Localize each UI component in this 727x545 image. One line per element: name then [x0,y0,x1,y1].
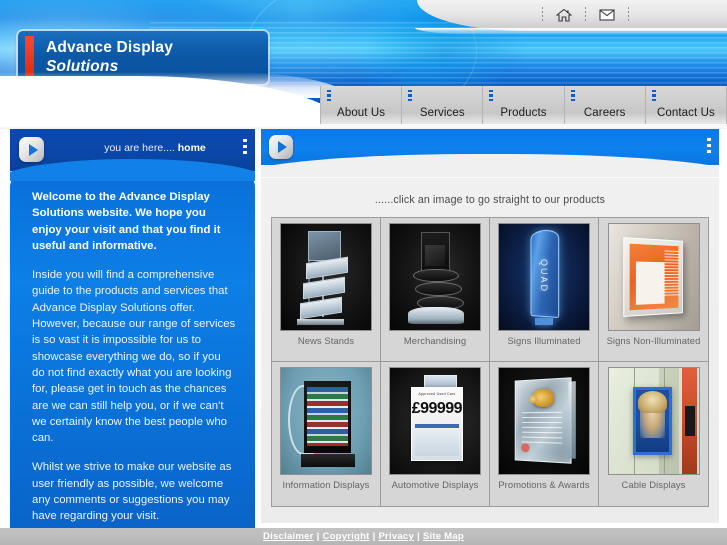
product-label: Signs Non-Illuminated [606,335,701,346]
nav-label: Careers [583,107,626,119]
product-grid: News Stands Merchandising QUAD Signs Ill… [271,217,709,507]
product-cell-information-displays[interactable]: Information Displays [272,362,381,506]
nav-item-about-us[interactable]: About Us [320,86,402,124]
footer-link-copyright[interactable]: Copyright [322,531,369,542]
product-cell-merchandising[interactable]: Merchandising [381,218,490,362]
welcome-text: Welcome to the Advance Display Solutions… [32,189,236,537]
products-tagline: ......click an image to go straight to o… [374,194,606,206]
products-header-curve [261,154,719,178]
product-thumbnail [607,367,700,475]
home-icon[interactable] [553,5,575,25]
site-header: Advance Display Solutions About Us Servi… [0,0,727,130]
breadcrumb-prefix: you are here.... [104,142,178,154]
breadcrumb-bar: you are here.... home [10,129,255,181]
footer-link-site-map[interactable]: Site Map [423,531,464,542]
product-label: Information Displays [282,479,370,490]
product-label: Merchandising [403,335,467,346]
play-triangle-icon [278,141,287,153]
price-card-price: £99999 [411,399,463,417]
dots-icon [489,90,494,103]
email-icon[interactable] [596,5,618,25]
sign-text: QUAD [539,258,549,293]
site-footer: Disclaimer | Copyright | Privacy | Site Map [0,528,727,545]
product-label: Cable Displays [621,479,686,490]
play-triangle-icon [28,143,38,156]
welcome-panel-body: Welcome to the Advance Display Solutions… [10,173,255,537]
product-thumbnail [607,223,700,331]
welcome-paragraph-2: Inside you will find a comprehensive gui… [32,269,236,445]
breadcrumb-current: home [177,142,206,154]
product-label: Promotions & Awards [498,479,590,490]
breadcrumb-bar-curve [10,159,255,181]
utility-divider [628,7,629,23]
vertical-dots-icon[interactable] [243,139,247,157]
product-cell-signs-non-illuminated[interactable]: Signs Non-Illuminated [599,218,708,362]
left-rail [0,129,10,545]
dots-icon [651,90,656,103]
product-thumbnail: Approved Used Cars £99999 [389,367,481,475]
page-root: Advance Display Solutions About Us Servi… [0,0,727,545]
nav-label: Services [419,107,465,119]
product-label: Signs Illuminated [507,335,581,346]
dots-icon [408,90,413,103]
nav-label: Contact Us [656,107,715,119]
footer-link-privacy[interactable]: Privacy [378,531,414,542]
play-icon[interactable] [19,137,44,162]
nav-item-careers[interactable]: Careers [563,86,645,124]
product-cell-promotions-awards[interactable]: Promotions & Awards [490,362,599,506]
play-icon[interactable] [269,135,293,159]
product-thumbnail [389,223,481,331]
nav-item-services[interactable]: Services [401,86,483,124]
product-cell-automotive-displays[interactable]: Approved Used Cars £99999 Automotive Dis… [381,362,490,506]
products-panel: ......click an image to go straight to o… [261,129,719,523]
product-label: News Stands [297,335,355,346]
product-thumbnail: QUAD [498,223,590,331]
product-cell-cable-displays[interactable]: Cable Displays [599,362,708,506]
welcome-paragraph-3: Whilst we strive to make our website as … [32,461,232,523]
product-thumbnail [280,367,372,475]
utility-bar-edge [415,28,727,35]
page-body: Welcome to the Advance Display Solutions… [0,129,727,545]
main-navigation: About Us Services Products Careers Conta… [320,86,727,124]
dots-icon [570,90,575,103]
product-cell-news-stands[interactable]: News Stands [272,218,381,362]
product-label: Automotive Displays [391,479,479,490]
nav-item-products[interactable]: Products [482,86,564,124]
utility-divider [585,7,586,23]
utility-divider [542,7,543,23]
dots-icon [327,90,331,103]
nav-label: Products [500,107,547,119]
product-thumbnail [498,367,590,475]
logo-line-1: Advance Display [46,39,174,56]
footer-separator: | [417,531,420,542]
nav-label: About Us [337,107,386,119]
welcome-paragraph-1: Welcome to the Advance Display Solutions… [32,191,221,252]
welcome-panel: Welcome to the Advance Display Solutions… [10,129,255,537]
footer-link-list: Disclaimer | Copyright | Privacy | Site Map [263,531,464,542]
breadcrumb: you are here.... home [80,142,230,154]
product-thumbnail [280,223,372,331]
vertical-dots-icon[interactable] [707,138,711,156]
price-card-heading: Approved Used Cars [418,392,456,397]
footer-link-disclaimer[interactable]: Disclaimer [263,531,314,542]
products-panel-header [261,129,719,178]
utility-icon-group [532,4,639,26]
nav-item-contact-us[interactable]: Contact Us [644,86,727,124]
product-cell-signs-illuminated[interactable]: QUAD Signs Illuminated [490,218,599,362]
